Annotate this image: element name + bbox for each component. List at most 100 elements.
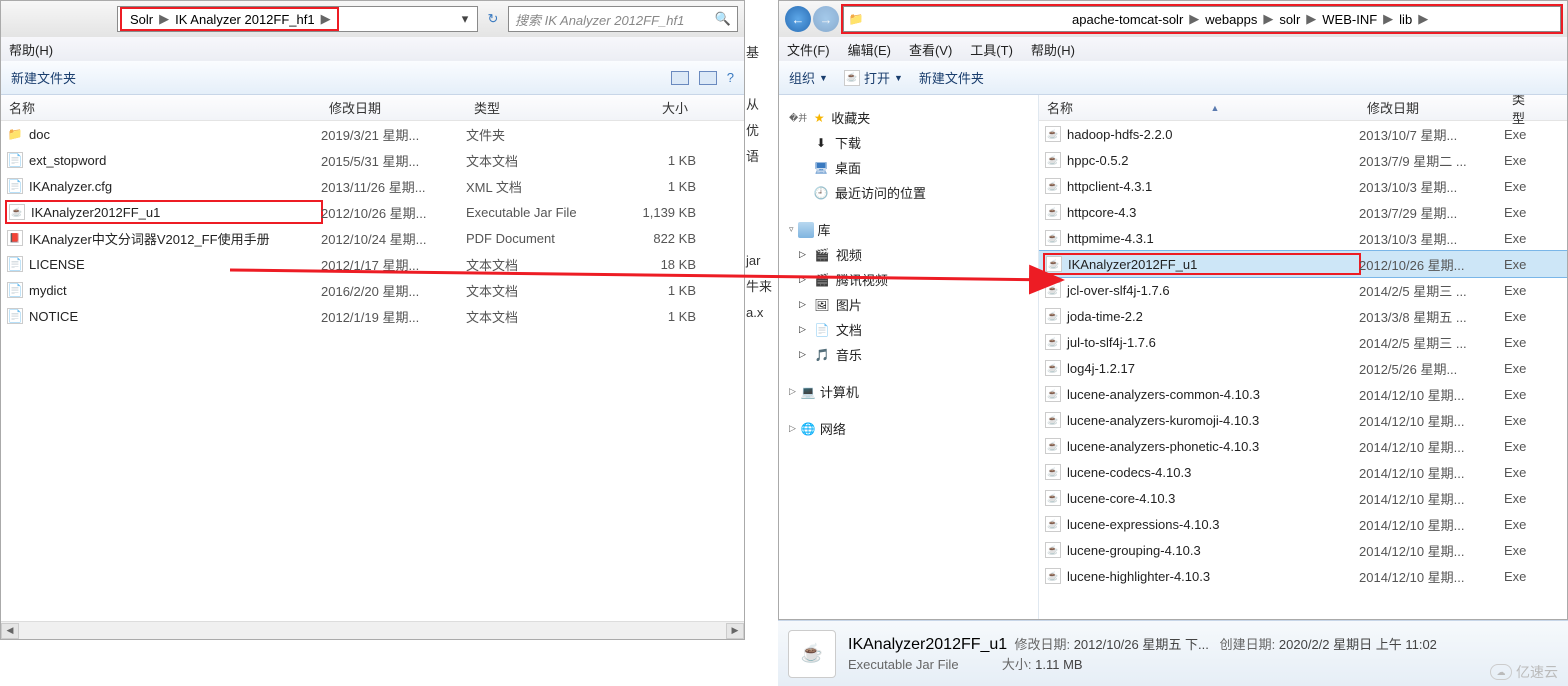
table-row[interactable]: ☕lucene-analyzers-kuromoji-4.10.32014/12… (1039, 407, 1567, 433)
crumb-item[interactable]: WEB-INF (1318, 12, 1381, 27)
table-row[interactable]: ☕jul-to-slf4j-1.7.62014/2/5 星期三 ...Exe (1039, 329, 1567, 355)
pdf-icon: 📕 (7, 230, 23, 246)
nav-libraries[interactable]: ▿库 (783, 217, 1034, 242)
jar-icon: ☕ (788, 630, 836, 678)
file-type: XML 文档 (466, 177, 616, 196)
crumb-item[interactable]: IK Analyzer 2012FF_hf1 (171, 12, 318, 27)
table-row[interactable]: ☕IKAnalyzer2012FF_u12012/10/26 星期...Exe (1039, 251, 1567, 277)
file-date: 2016/2/20 星期... (321, 281, 466, 300)
col-name[interactable]: 名称 (1, 98, 321, 117)
table-row[interactable]: ☕lucene-analyzers-phonetic-4.10.32014/12… (1039, 433, 1567, 459)
menu-file[interactable]: 文件(F) (787, 40, 830, 59)
nav-documents[interactable]: ▷📄文档 (783, 317, 1034, 342)
search-input[interactable]: 搜索 IK Analyzer 2012FF_hf1 🔍 (508, 6, 738, 32)
table-row[interactable]: ☕lucene-grouping-4.10.32014/12/10 星期...E… (1039, 537, 1567, 563)
table-row[interactable]: ☕jcl-over-slf4j-1.7.62014/2/5 星期三 ...Exe (1039, 277, 1567, 303)
new-folder-button[interactable]: 新建文件夹 (11, 68, 76, 87)
table-row[interactable]: 📕IKAnalyzer中文分词器V2012_FF使用手册2012/10/24 星… (1, 225, 744, 251)
menu-help[interactable]: 帮助(H) (1031, 40, 1075, 59)
open-button[interactable]: ☕打开 ▼ (844, 68, 903, 87)
crumb-item[interactable]: solr (1275, 12, 1304, 27)
nav-network[interactable]: ▷🌐网络 (783, 416, 1034, 441)
jar-icon: ☕ (1045, 334, 1061, 350)
dropdown-icon[interactable]: ▾ (457, 11, 473, 27)
new-folder-button[interactable]: 新建文件夹 (919, 68, 984, 87)
table-row[interactable]: ☕lucene-expressions-4.10.32014/12/10 星期.… (1039, 511, 1567, 537)
table-row[interactable]: ☕joda-time-2.22013/3/8 星期五 ...Exe (1039, 303, 1567, 329)
col-type[interactable]: 类型 (1504, 95, 1544, 127)
nav-computer[interactable]: ▷💻计算机 (783, 379, 1034, 404)
table-row[interactable]: ☕httpcore-4.32013/7/29 星期...Exe (1039, 199, 1567, 225)
file-icon: 📄 (7, 178, 23, 194)
file-name: lucene-core-4.10.3 (1067, 491, 1175, 506)
chevron-right-icon: ▶ (157, 11, 171, 27)
file-date: 2014/12/10 星期... (1359, 541, 1504, 560)
preview-pane-icon[interactable] (699, 71, 717, 85)
crumb-item[interactable]: apache-tomcat-solr (1068, 12, 1187, 27)
document-icon: 📄 (814, 322, 830, 338)
table-row[interactable]: 📄mydict2016/2/20 星期...文本文档1 KB (1, 277, 744, 303)
column-headers: 名称▲ 修改日期 类型 (1039, 95, 1567, 121)
folder-icon: 📁 (848, 11, 864, 27)
table-row[interactable]: 📄LICENSE2012/1/17 星期...文本文档18 KB (1, 251, 744, 277)
file-date: 2012/1/17 星期... (321, 255, 466, 274)
table-row[interactable]: 📄NOTICE2012/1/19 星期...文本文档1 KB (1, 303, 744, 329)
table-row[interactable]: ☕httpclient-4.3.12013/10/3 星期...Exe (1039, 173, 1567, 199)
col-date[interactable]: 修改日期 (321, 98, 466, 117)
table-row[interactable]: ☕lucene-core-4.10.32014/12/10 星期...Exe (1039, 485, 1567, 511)
content-area: �并★收藏夹 ⬇下载 🖥桌面 🕘最近访问的位置 ▿库 ▷🎬视频 ▷🎬腾讯视频 ▷… (779, 95, 1567, 619)
column-headers: 名称 修改日期 类型 大小 (1, 95, 744, 121)
back-button[interactable]: ← (785, 6, 811, 32)
file-type: Exe (1504, 465, 1544, 480)
nav-downloads[interactable]: ⬇下载 (783, 130, 1034, 155)
menu-edit[interactable]: 编辑(E) (848, 40, 891, 59)
organize-button[interactable]: 组织 ▼ (789, 68, 828, 87)
file-list: 名称 修改日期 类型 大小 📁doc2019/3/21 星期...文件夹📄ext… (1, 95, 744, 623)
view-icon[interactable] (671, 71, 689, 85)
nav-music[interactable]: ▷🎵音乐 (783, 342, 1034, 367)
scroll-right-button[interactable]: ▶ (726, 623, 744, 639)
crumb-item[interactable]: Solr (126, 12, 157, 27)
scroll-left-button[interactable]: ◀ (1, 623, 19, 639)
table-row[interactable]: 📁doc2019/3/21 星期...文件夹 (1, 121, 744, 147)
breadcrumb[interactable]: Solr ▶ IK Analyzer 2012FF_hf1 ▶ ▾ (117, 6, 478, 32)
nav-favorites[interactable]: �并★收藏夹 (783, 105, 1034, 130)
nav-videos[interactable]: ▷🎬视频 (783, 242, 1034, 267)
table-row[interactable]: ☕log4j-1.2.172012/5/26 星期...Exe (1039, 355, 1567, 381)
forward-button[interactable]: → (813, 6, 839, 32)
file-date: 2012/10/26 星期... (321, 203, 466, 222)
col-name[interactable]: 名称▲ (1039, 98, 1359, 117)
menu-help[interactable]: 帮助(H) (9, 40, 53, 59)
nav-tencent[interactable]: ▷🎬腾讯视频 (783, 267, 1034, 292)
left-explorer-window: Solr ▶ IK Analyzer 2012FF_hf1 ▶ ▾ ↻ 搜索 I… (0, 0, 745, 640)
picture-icon: 🖼 (814, 297, 830, 313)
table-row[interactable]: ☕httpmime-4.3.12013/10/3 星期...Exe (1039, 225, 1567, 251)
menu-view[interactable]: 查看(V) (909, 40, 952, 59)
table-row[interactable]: ☕hadoop-hdfs-2.2.02013/10/7 星期...Exe (1039, 121, 1567, 147)
refresh-button[interactable]: ↻ (482, 8, 504, 30)
table-row[interactable]: ☕hppc-0.5.22013/7/9 星期二 ...Exe (1039, 147, 1567, 173)
table-row[interactable]: 📄IKAnalyzer.cfg2013/11/26 星期...XML 文档1 K… (1, 173, 744, 199)
nav-desktop[interactable]: 🖥桌面 (783, 155, 1034, 180)
menu-bar: 帮助(H) (1, 37, 744, 61)
file-type: Exe (1504, 205, 1544, 220)
nav-recent[interactable]: 🕘最近访问的位置 (783, 180, 1034, 205)
crumb-item[interactable]: webapps (1201, 12, 1261, 27)
jar-icon: ☕ (1045, 490, 1061, 506)
col-type[interactable]: 类型 (466, 98, 616, 117)
col-date[interactable]: 修改日期 (1359, 98, 1504, 117)
table-row[interactable]: ☕IKAnalyzer2012FF_u12012/10/26 星期...Exec… (1, 199, 744, 225)
address-bar: ← → 📁 apache-tomcat-solr▶webapps▶solr▶WE… (779, 1, 1567, 37)
table-row[interactable]: ☕lucene-analyzers-common-4.10.32014/12/1… (1039, 381, 1567, 407)
table-row[interactable]: ☕lucene-codecs-4.10.32014/12/10 星期...Exe (1039, 459, 1567, 485)
table-row[interactable]: ☕lucene-highlighter-4.10.32014/12/10 星期.… (1039, 563, 1567, 589)
horizontal-scrollbar[interactable]: ◀ ▶ (1, 621, 744, 639)
nav-pictures[interactable]: ▷🖼图片 (783, 292, 1034, 317)
col-size[interactable]: 大小 (616, 98, 696, 117)
table-row[interactable]: 📄ext_stopword2015/5/31 星期...文本文档1 KB (1, 147, 744, 173)
file-name: httpmime-4.3.1 (1067, 231, 1154, 246)
crumb-item[interactable]: lib (1395, 12, 1416, 27)
help-icon[interactable]: ? (727, 70, 734, 85)
menu-tools[interactable]: 工具(T) (970, 40, 1013, 59)
breadcrumb[interactable]: 📁 apache-tomcat-solr▶webapps▶solr▶WEB-IN… (843, 6, 1561, 32)
